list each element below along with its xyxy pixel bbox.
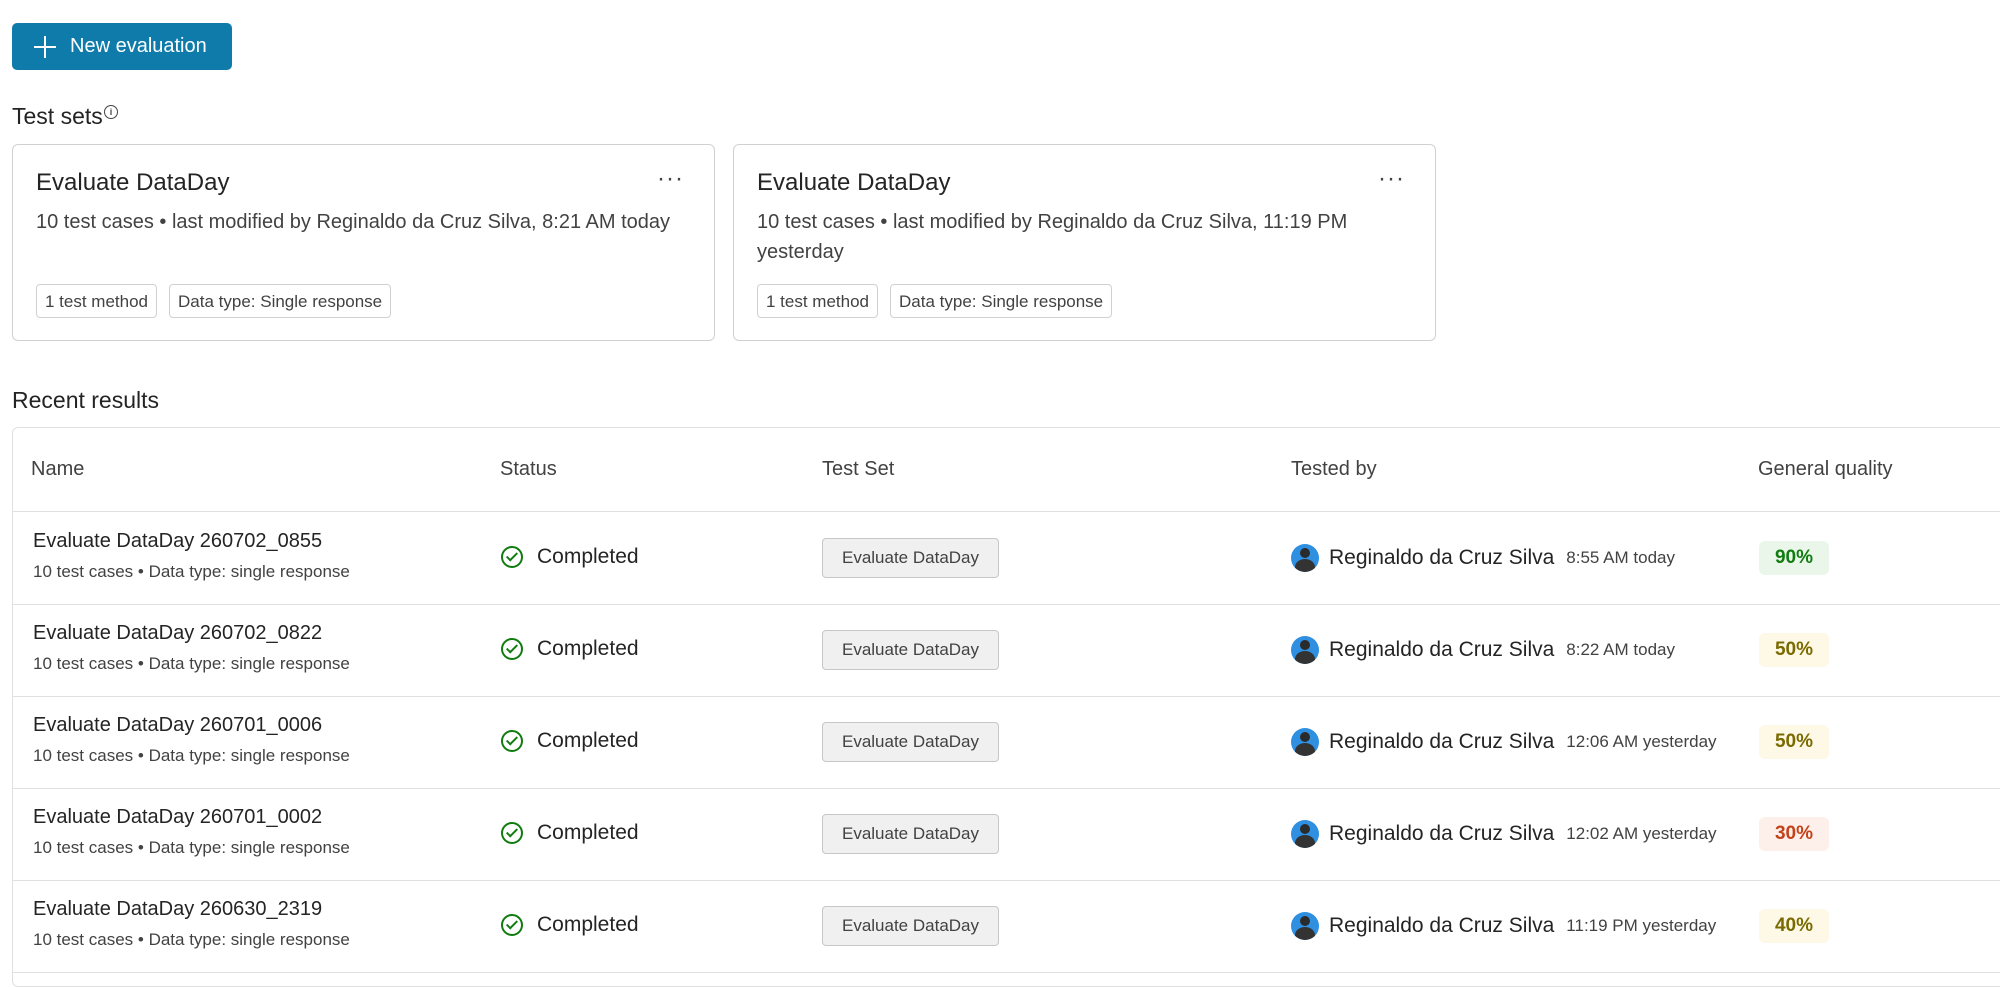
table-row[interactable]: Evaluate DataDay 260702_0822 10 test case… xyxy=(13,604,2000,697)
table-header: Name Status Test Set Tested by General q… xyxy=(13,428,2000,512)
status-cell: Completed xyxy=(501,637,639,661)
status-label: Completed xyxy=(537,729,639,752)
quality-badge: 90% xyxy=(1759,541,1829,575)
test-set-button[interactable]: Evaluate DataDay xyxy=(822,722,999,762)
quality-badge: 40% xyxy=(1759,909,1829,943)
check-circle-icon xyxy=(501,914,523,936)
card-description: 10 test cases • last modified by Reginal… xyxy=(36,211,671,233)
avatar xyxy=(1291,820,1319,848)
column-header-general-quality[interactable]: General quality xyxy=(1758,458,1893,481)
quality-badge: 50% xyxy=(1759,725,1829,759)
result-subtitle: 10 test cases • Data type: single respon… xyxy=(33,746,350,765)
card-title: Evaluate DataDay xyxy=(36,169,230,196)
data-type-chip: Data type: Single response xyxy=(169,284,392,318)
status-label: Completed xyxy=(537,637,639,660)
result-subtitle: 10 test cases • Data type: single respon… xyxy=(33,838,350,857)
more-options-icon[interactable]: ··· xyxy=(1378,167,1405,191)
test-method-chip: 1 test method xyxy=(757,284,879,318)
test-method-chip: 1 test method xyxy=(36,284,158,318)
test-set-button[interactable]: Evaluate DataDay xyxy=(822,538,999,578)
status-cell: Completed xyxy=(501,545,639,569)
test-set-button[interactable]: Evaluate DataDay xyxy=(822,814,999,854)
plus-icon xyxy=(34,35,56,58)
tested-time: 8:55 AM today xyxy=(1566,548,1675,567)
avatar xyxy=(1291,728,1319,756)
result-subtitle: 10 test cases • Data type: single respon… xyxy=(33,654,350,673)
tester-name: Reginaldo da Cruz Silva xyxy=(1329,638,1555,661)
tester-name: Reginaldo da Cruz Silva xyxy=(1329,730,1555,753)
result-name[interactable]: Evaluate DataDay 260702_0855 xyxy=(33,530,322,553)
column-header-tested-by[interactable]: Tested by xyxy=(1291,458,1377,481)
table-row[interactable]: Evaluate DataDay 260630_2319 10 test case… xyxy=(13,880,2000,973)
tested-by-cell: Reginaldo da Cruz Silva 8:55 AM today xyxy=(1291,544,1675,572)
result-name[interactable]: Evaluate DataDay 260701_0002 xyxy=(33,806,322,829)
status-cell: Completed xyxy=(501,821,639,845)
test-set-card[interactable]: Evaluate DataDay ··· 10 test cases • las… xyxy=(733,144,1436,341)
more-options-icon[interactable]: ··· xyxy=(657,167,684,191)
column-header-status[interactable]: Status xyxy=(500,458,557,481)
tester-name: Reginaldo da Cruz Silva xyxy=(1329,546,1555,569)
tested-by-cell: Reginaldo da Cruz Silva 12:06 AM yesterda… xyxy=(1291,728,1717,756)
recent-results-title: Recent results xyxy=(12,387,160,413)
result-name[interactable]: Evaluate DataDay 260701_0006 xyxy=(33,714,322,737)
check-circle-icon xyxy=(501,822,523,844)
status-cell: Completed xyxy=(501,913,639,937)
avatar xyxy=(1291,544,1319,572)
avatar xyxy=(1291,636,1319,664)
avatar xyxy=(1291,912,1319,940)
status-label: Completed xyxy=(537,821,639,844)
card-title: Evaluate DataDay xyxy=(757,169,951,196)
table-row[interactable]: Evaluate DataDay 260702_0855 10 test case… xyxy=(13,512,2000,605)
info-icon[interactable]: i xyxy=(104,105,118,119)
check-circle-icon xyxy=(501,638,523,660)
quality-badge: 50% xyxy=(1759,633,1829,667)
tested-by-cell: Reginaldo da Cruz Silva 8:22 AM today xyxy=(1291,636,1675,664)
tested-by-cell: Reginaldo da Cruz Silva 11:19 PM yesterda… xyxy=(1291,912,1716,940)
tested-time: 12:02 AM yesterday xyxy=(1566,824,1717,843)
quality-badge: 30% xyxy=(1759,817,1829,851)
result-subtitle: 10 test cases • Data type: single respon… xyxy=(33,562,350,581)
new-evaluation-label: New evaluation xyxy=(70,35,207,57)
tested-by-cell: Reginaldo da Cruz Silva 12:02 AM yesterda… xyxy=(1291,820,1717,848)
data-type-chip: Data type: Single response xyxy=(890,284,1113,318)
status-label: Completed xyxy=(537,545,639,568)
test-set-button[interactable]: Evaluate DataDay xyxy=(822,906,999,946)
tested-time: 12:06 AM yesterday xyxy=(1566,732,1717,751)
tested-time: 11:19 PM yesterday xyxy=(1566,916,1717,935)
status-cell: Completed xyxy=(501,729,639,753)
check-circle-icon xyxy=(501,730,523,752)
test-set-card[interactable]: Evaluate DataDay ··· 10 test cases • las… xyxy=(12,144,715,341)
tester-name: Reginaldo da Cruz Silva xyxy=(1329,822,1555,845)
tester-name: Reginaldo da Cruz Silva xyxy=(1329,914,1555,937)
result-name[interactable]: Evaluate DataDay 260630_2319 xyxy=(33,898,322,921)
table-row[interactable]: Evaluate DataDay 260701_0006 10 test case… xyxy=(13,696,2000,789)
card-description: 10 test cases • last modified by Reginal… xyxy=(757,211,1348,263)
results-table: Name Status Test Set Tested by General q… xyxy=(12,427,2000,987)
new-evaluation-button[interactable]: New evaluation xyxy=(12,23,232,70)
status-label: Completed xyxy=(537,913,639,936)
test-sets-title: Test sets xyxy=(12,103,103,129)
result-subtitle: 10 test cases • Data type: single respon… xyxy=(33,930,350,949)
column-header-test-set[interactable]: Test Set xyxy=(822,458,894,481)
column-header-name[interactable]: Name xyxy=(31,458,84,481)
check-circle-icon xyxy=(501,546,523,568)
result-name[interactable]: Evaluate DataDay 260702_0822 xyxy=(33,622,322,645)
test-set-button[interactable]: Evaluate DataDay xyxy=(822,630,999,670)
table-row[interactable]: Evaluate DataDay 260701_0002 10 test case… xyxy=(13,788,2000,881)
tested-time: 8:22 AM today xyxy=(1566,640,1675,659)
